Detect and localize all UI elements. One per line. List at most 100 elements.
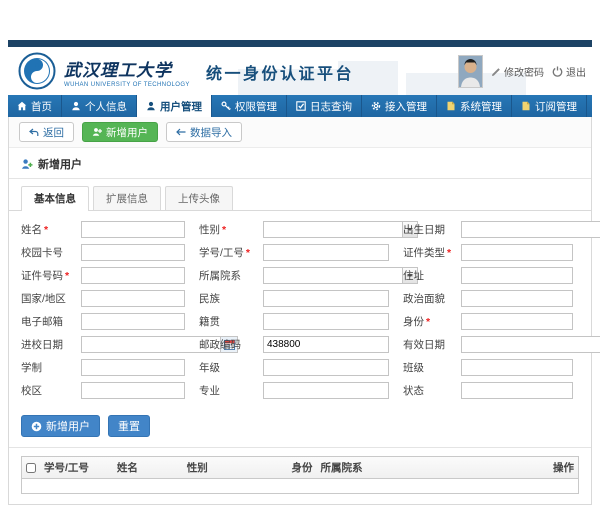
change-password-link[interactable]: 修改密码 [491, 64, 544, 79]
document-icon [446, 101, 456, 111]
email-input[interactable] [81, 313, 185, 330]
field-label: 学制 [21, 360, 42, 375]
field-email: 电子邮箱* [21, 313, 185, 330]
app-window: 武汉理工大学 WUHAN UNIVERSITY OF TECHNOLOGY 统一… [8, 40, 592, 505]
status-input[interactable] [461, 382, 573, 399]
log-check-icon [296, 101, 306, 111]
col-actions: 操作 [549, 457, 578, 479]
valid-date-input[interactable] [462, 337, 600, 352]
document-icon [521, 101, 531, 111]
nav-tab-label: 首页 [31, 99, 52, 114]
tab-upload-avatar[interactable]: 上传头像 [165, 186, 233, 210]
select-all-checkbox[interactable] [26, 463, 36, 473]
address-input[interactable] [461, 267, 573, 284]
form-tabs: 基本信息 扩展信息 上传头像 [9, 179, 591, 211]
col-name: 姓名 [113, 457, 183, 479]
gender-select[interactable] [263, 221, 418, 238]
nav-tab-system[interactable]: 系统管理 [437, 95, 512, 117]
class-input[interactable] [461, 359, 573, 376]
required-asterisk: * [65, 270, 69, 282]
field-campus: 校区* [21, 382, 185, 399]
nav-tab-profile[interactable]: 个人信息 [62, 95, 137, 117]
field-id-type: 证件类型* [403, 244, 573, 261]
field-label: 政治面貌 [403, 291, 445, 306]
nav-tab-label: 订阅管理 [535, 99, 577, 114]
birth-date-input[interactable] [462, 222, 600, 237]
section-title: 新增用户 [38, 156, 82, 172]
col-gender: 性别 [183, 457, 288, 479]
reset-button[interactable]: 重置 [108, 415, 150, 437]
nav-tab-logs[interactable]: 日志查询 [287, 95, 362, 117]
nav-tab-subscriptions[interactable]: 订阅管理 [512, 95, 587, 117]
campus-card-input[interactable] [81, 244, 185, 261]
top-accent-bar [8, 40, 592, 47]
education-length-input[interactable] [81, 359, 185, 376]
nav-tab-access[interactable]: 接入管理 [362, 95, 437, 117]
field-gender: 性别* [199, 221, 389, 238]
field-label: 国家/地区 [21, 291, 66, 306]
nav-tab-home[interactable]: 首页 [8, 95, 62, 117]
change-password-label: 修改密码 [504, 64, 544, 79]
field-identity: 身份* [403, 313, 573, 330]
department-select[interactable] [263, 267, 418, 284]
reset-button-label: 重置 [118, 418, 140, 434]
field-label: 班级 [403, 360, 424, 375]
field-grade: 年级* [199, 359, 389, 376]
header: 武汉理工大学 WUHAN UNIVERSITY OF TECHNOLOGY 统一… [8, 47, 592, 95]
nav-tab-label: 用户管理 [160, 99, 202, 114]
gear-icon [371, 101, 381, 111]
user-form: 姓名* 性别* 出生日期* 校园卡号* 学号/工号* 证件类型* [9, 211, 591, 411]
native-place-input[interactable] [263, 313, 389, 330]
name-input[interactable] [81, 221, 185, 238]
person-icon [71, 101, 81, 111]
political-status-input[interactable] [461, 290, 573, 307]
data-import-label: 数据导入 [190, 125, 232, 140]
pencil-icon [491, 67, 501, 77]
field-label: 进校日期 [21, 337, 63, 352]
nav-tab-label: 系统管理 [460, 99, 502, 114]
data-import-button[interactable]: 数据导入 [166, 122, 242, 142]
nav-tab-permissions[interactable]: 权限管理 [212, 95, 287, 117]
back-button-label: 返回 [43, 125, 64, 140]
nav-tab-user-management[interactable]: 用户管理 [137, 95, 212, 117]
identity-input[interactable] [461, 313, 573, 330]
id-type-input[interactable] [461, 244, 573, 261]
birth-date-picker[interactable] [461, 221, 600, 238]
department-select-value [264, 268, 402, 283]
submit-add-user-button[interactable]: 新增用户 [21, 415, 100, 437]
field-id-number: 证件号码* [21, 267, 185, 284]
field-address: 住址* [403, 267, 573, 284]
field-name: 姓名* [21, 221, 185, 238]
logout-link[interactable]: 退出 [552, 64, 586, 79]
tab-extended-info[interactable]: 扩展信息 [93, 186, 161, 210]
field-native-place: 籍贯* [199, 313, 389, 330]
nav-tab-label: 接入管理 [385, 99, 427, 114]
required-asterisk: * [246, 247, 250, 259]
back-button[interactable]: 返回 [19, 122, 74, 142]
add-user-toolbar-button[interactable]: 新增用户 [82, 122, 158, 142]
content-panel: 返回 新增用户 数据导入 新增用户 [8, 117, 592, 505]
valid-date-picker[interactable] [461, 336, 600, 353]
field-enroll-date: 进校日期* [21, 336, 185, 353]
field-label: 住址 [403, 268, 424, 283]
form-actions: 新增用户 重置 [9, 411, 591, 448]
required-asterisk: * [426, 316, 430, 328]
nav-tab-label: 权限管理 [235, 99, 277, 114]
add-user-toolbar-label: 新增用户 [106, 125, 148, 140]
arrow-left-icon [176, 128, 186, 136]
grade-input[interactable] [263, 359, 389, 376]
student-id-input[interactable] [263, 244, 389, 261]
major-input[interactable] [263, 382, 389, 399]
university-name-block: 武汉理工大学 WUHAN UNIVERSITY OF TECHNOLOGY [64, 56, 190, 88]
nav-tab-label: 日志查询 [310, 99, 352, 114]
ethnicity-input[interactable] [263, 290, 389, 307]
postal-code-input[interactable] [263, 336, 389, 353]
required-asterisk: * [222, 224, 226, 236]
plus-circle-icon [31, 421, 42, 432]
campus-input[interactable] [81, 382, 185, 399]
tab-basic-info[interactable]: 基本信息 [21, 186, 89, 211]
field-label: 校园卡号 [21, 245, 63, 260]
id-number-input[interactable] [81, 267, 185, 284]
key-icon [221, 101, 231, 111]
country-region-input[interactable] [81, 290, 185, 307]
